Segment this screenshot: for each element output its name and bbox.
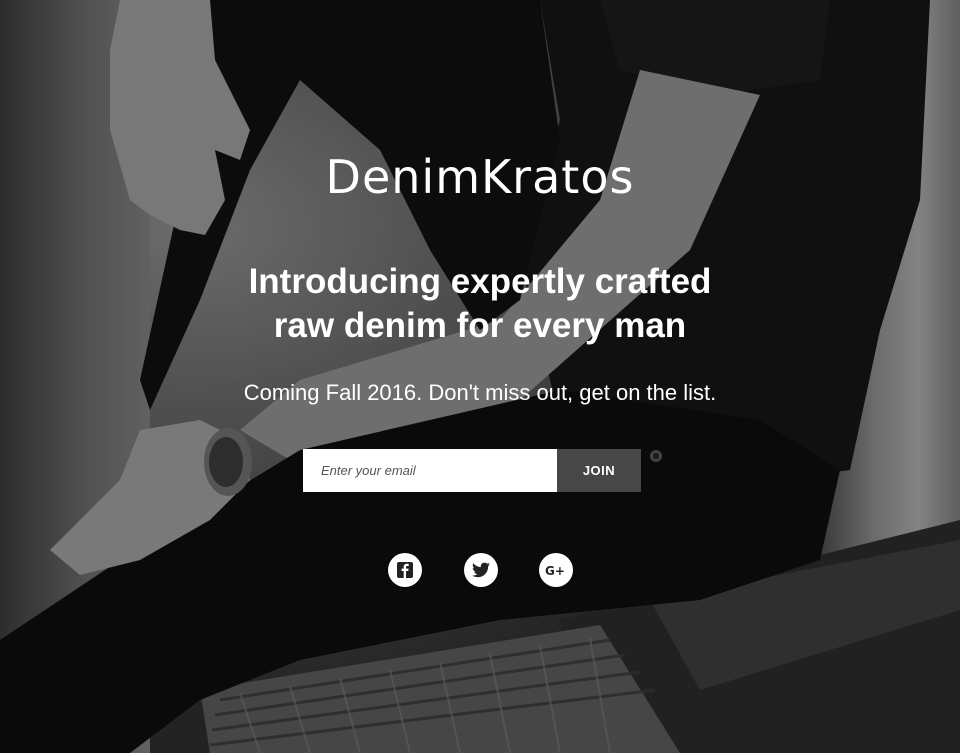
twitter-link[interactable] [463,553,498,587]
hero-content: DenimKratos Introducing expertly crafted… [0,0,960,753]
social-links: G+ [388,553,573,587]
email-input[interactable] [303,449,557,492]
google-plus-link[interactable]: G+ [539,553,573,587]
join-button[interactable]: JOIN [557,449,641,492]
email-signup-form: JOIN [303,449,641,492]
google-plus-icon: G+ [545,564,565,577]
twitter-icon [471,562,490,578]
facebook-icon [397,562,413,578]
google-plus-label: G+ [545,564,565,577]
landing-page: DenimKratos Introducing expertly crafted… [0,0,960,753]
hero-headline-line1: Introducing expertly crafted [248,262,712,301]
facebook-link[interactable] [388,553,422,587]
hero-headline: Introducing expertly crafted raw denim f… [180,260,780,348]
hero-headline-line2: raw denim for every man [273,306,687,345]
hero-subline: Coming Fall 2016. Don't miss out, get on… [243,380,717,405]
brand-logo: DenimKratos [325,150,635,204]
